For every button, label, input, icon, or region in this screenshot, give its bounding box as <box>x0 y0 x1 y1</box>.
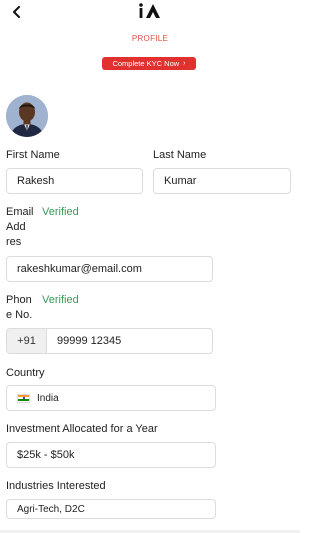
industries-label: Industries Interested <box>6 480 106 492</box>
country-code[interactable]: +91 <box>7 329 47 353</box>
phone-label-line: e No. <box>6 309 33 321</box>
email-verified-badge: Verified <box>42 206 79 218</box>
avatar[interactable] <box>6 95 48 137</box>
logo-icon <box>139 3 160 18</box>
phone-input[interactable]: 99999 12345 <box>47 329 212 353</box>
first-name-input[interactable]: Rakesh <box>6 168 143 194</box>
user-photo-icon <box>6 95 48 137</box>
investment-label: Investment Allocated for a Year <box>6 423 158 435</box>
last-name-label: Last Name <box>153 149 207 161</box>
email-label-line: Add <box>6 221 26 233</box>
last-name-input[interactable]: Kumar <box>153 168 291 194</box>
complete-kyc-button[interactable]: Complete KYC Now › <box>102 57 196 70</box>
phone-label: Phon e No. <box>6 293 38 323</box>
email-label: Email Add res <box>6 205 36 250</box>
investment-select[interactable]: $25k - $50k <box>6 442 216 468</box>
first-name-label: First Name <box>6 149 60 161</box>
app-logo <box>138 2 162 20</box>
country-label: Country <box>6 367 45 379</box>
complete-kyc-label: Complete KYC Now <box>112 59 180 68</box>
phone-field[interactable]: +91 99999 12345 <box>6 328 213 354</box>
chevron-right-icon: › <box>183 60 186 67</box>
email-input[interactable]: rakeshkumar@email.com <box>6 256 213 282</box>
phone-label-line: Phon <box>6 294 32 306</box>
country-select[interactable]: India <box>6 385 216 411</box>
country-value: India <box>37 392 59 404</box>
india-flag-icon <box>17 393 30 403</box>
email-label-line: res <box>6 236 22 248</box>
industries-select[interactable]: Agri-Tech, D2C <box>6 499 216 519</box>
back-button[interactable] <box>6 2 28 22</box>
email-label-line: Email <box>6 206 34 218</box>
page-title: PROFILE <box>131 34 169 43</box>
phone-verified-badge: Verified <box>42 294 79 306</box>
chevron-left-icon <box>13 6 20 18</box>
